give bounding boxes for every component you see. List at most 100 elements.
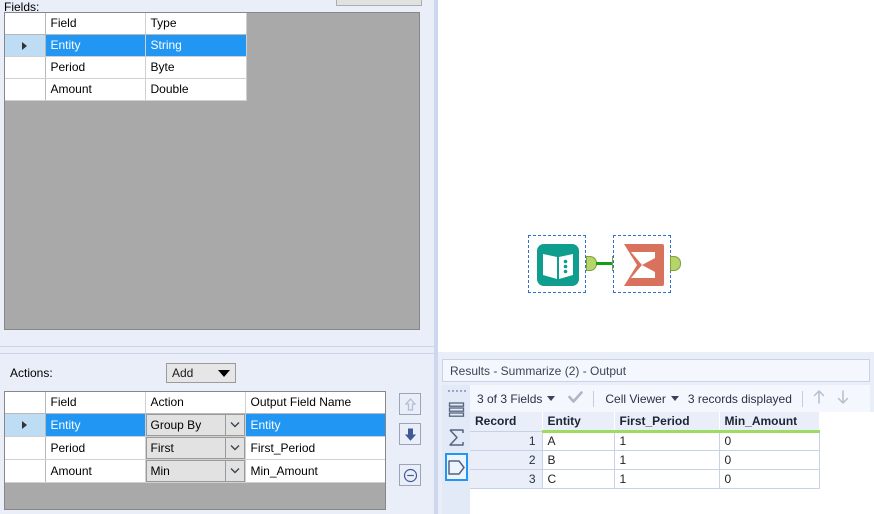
actions-cell-action[interactable]: Group By <box>145 413 246 437</box>
results-col-record[interactable]: Record <box>470 412 543 432</box>
actions-col-marker <box>5 392 46 414</box>
actions-row-entity[interactable]: Entity Group By Entity <box>5 413 385 437</box>
arrow-down-icon <box>837 390 849 404</box>
action-select-value: Group By <box>150 417 202 432</box>
chevron-down-icon[interactable] <box>224 460 244 481</box>
results-table-container[interactable]: Record Entity First_Period Min_Amount 1 … <box>470 412 874 514</box>
partial-toolbar-button[interactable] <box>336 0 422 6</box>
workflow-canvas[interactable] <box>438 0 874 352</box>
results-cell-min-amount[interactable]: 0 <box>719 469 820 489</box>
row-marker-cell <box>5 56 46 79</box>
fields-cell-type[interactable]: Double <box>145 78 247 101</box>
remove-row-button[interactable] <box>399 464 421 486</box>
actions-cell-action[interactable]: First <box>145 436 246 460</box>
results-toolbar: 3 of 3 Fields Cell Viewer 3 records disp… <box>470 385 870 412</box>
results-cell-record: 3 <box>470 469 543 489</box>
actions-cell-output[interactable]: Entity <box>245 413 385 437</box>
tool-configuration-panel: Fields: Field Type Entity String Period … <box>0 0 434 514</box>
actions-label: Actions: <box>10 366 53 380</box>
arrow-up-icon <box>813 390 825 404</box>
rail-drag-handle[interactable] <box>448 388 466 394</box>
actions-col-field: Field <box>45 392 146 414</box>
fields-grid-header-row: Field Type <box>5 13 247 35</box>
fields-row-amount[interactable]: Amount Double <box>5 78 247 101</box>
toolbar-separator <box>801 390 803 407</box>
sigma-icon <box>449 428 464 446</box>
add-action-dropdown[interactable]: Add <box>166 363 236 383</box>
chevron-down-icon <box>670 396 679 401</box>
results-cell-min-amount[interactable]: 0 <box>719 450 820 470</box>
viewer-selector[interactable]: Cell Viewer <box>598 392 685 406</box>
fields-grid[interactable]: Field Type Entity String Period Byte Amo… <box>4 12 420 330</box>
row-selector-icon <box>22 421 28 430</box>
arrow-down-icon <box>404 428 416 441</box>
results-header-row: Record Entity First_Period Min_Amount <box>470 412 820 433</box>
book-icon <box>537 244 579 286</box>
results-panel: Results - Summarize (2) - Output 3 of 3 … <box>438 352 874 514</box>
results-panel-title: Results - Summarize (2) - Output <box>442 359 870 382</box>
results-cell-first-period[interactable]: 1 <box>614 450 720 470</box>
next-record-button[interactable] <box>831 389 855 408</box>
tag-icon <box>448 459 465 475</box>
fields-cell-field[interactable]: Entity <box>45 34 146 57</box>
chevron-down-icon <box>218 369 230 377</box>
results-view-rail <box>442 385 470 514</box>
table-row[interactable]: 3 C 1 0 <box>470 469 820 489</box>
actions-cell-output[interactable]: Min_Amount <box>245 459 385 483</box>
results-cell-entity[interactable]: B <box>542 450 615 470</box>
row-marker-cell <box>5 78 46 101</box>
actions-row-amount[interactable]: Amount Min Min_Amount <box>5 459 385 483</box>
fields-cell-field[interactable]: Amount <box>45 78 146 101</box>
chevron-down-icon[interactable] <box>224 414 244 435</box>
results-cell-first-period[interactable]: 1 <box>614 469 720 489</box>
input-data-tool[interactable] <box>528 235 586 293</box>
actions-cell-field[interactable]: Period <box>45 436 146 460</box>
results-cell-first-period[interactable]: 1 <box>614 431 720 451</box>
fields-row-period[interactable]: Period Byte <box>5 56 247 79</box>
row-marker-cell <box>5 413 46 437</box>
minus-circle-icon <box>403 468 417 482</box>
move-down-button[interactable] <box>399 423 421 445</box>
table-row[interactable]: 1 A 1 0 <box>470 431 820 451</box>
actions-cell-field[interactable]: Amount <box>45 459 146 483</box>
list-rows-icon <box>448 401 465 417</box>
config-panel-splitter[interactable] <box>0 346 434 354</box>
fields-cell-type[interactable]: Byte <box>145 56 247 79</box>
table-row[interactable]: 2 B 1 0 <box>470 450 820 470</box>
results-cell-record: 1 <box>470 431 543 451</box>
records-displayed-label: 3 records displayed <box>687 391 792 406</box>
fields-cell-type[interactable]: String <box>145 34 247 57</box>
actions-cell-action[interactable]: Min <box>145 459 246 483</box>
fields-col-field: Field <box>45 13 146 35</box>
results-metadata-view[interactable] <box>445 453 468 481</box>
check-icon[interactable] <box>562 390 589 407</box>
summarize-tool-output-anchor[interactable] <box>670 256 681 271</box>
actions-grid[interactable]: Field Action Output Field Name Entity Gr… <box>4 391 386 510</box>
actions-cell-field[interactable]: Entity <box>45 413 146 437</box>
fields-col-marker <box>5 13 46 35</box>
results-cell-entity[interactable]: A <box>542 431 615 451</box>
results-messages-view[interactable] <box>445 423 468 451</box>
results-col-entity[interactable]: Entity <box>542 412 615 433</box>
fields-col-type: Type <box>145 13 247 35</box>
results-cell-min-amount[interactable]: 0 <box>719 431 820 451</box>
actions-cell-output[interactable]: First_Period <box>245 436 385 460</box>
row-marker-cell <box>5 459 46 483</box>
results-cell-entity[interactable]: C <box>542 469 615 489</box>
summarize-tool[interactable] <box>613 235 671 293</box>
results-col-first-period[interactable]: First_Period <box>614 412 720 433</box>
move-up-button[interactable] <box>399 393 421 415</box>
fields-cell-field[interactable]: Period <box>45 56 146 79</box>
viewer-selector-label: Cell Viewer <box>605 391 666 406</box>
fields-row-entity[interactable]: Entity String <box>5 34 247 57</box>
prev-record-button[interactable] <box>807 389 831 408</box>
action-select-value: First <box>150 440 174 455</box>
chevron-down-icon[interactable] <box>224 437 244 458</box>
results-data-view[interactable] <box>445 395 468 423</box>
actions-row-period[interactable]: Period First First_Period <box>5 436 385 460</box>
results-col-min-amount[interactable]: Min_Amount <box>719 412 820 433</box>
fields-selector[interactable]: 3 of 3 Fields <box>470 392 562 406</box>
actions-grid-header-row: Field Action Output Field Name <box>5 392 385 414</box>
actions-col-action: Action <box>145 392 246 414</box>
actions-col-output: Output Field Name <box>245 392 385 414</box>
